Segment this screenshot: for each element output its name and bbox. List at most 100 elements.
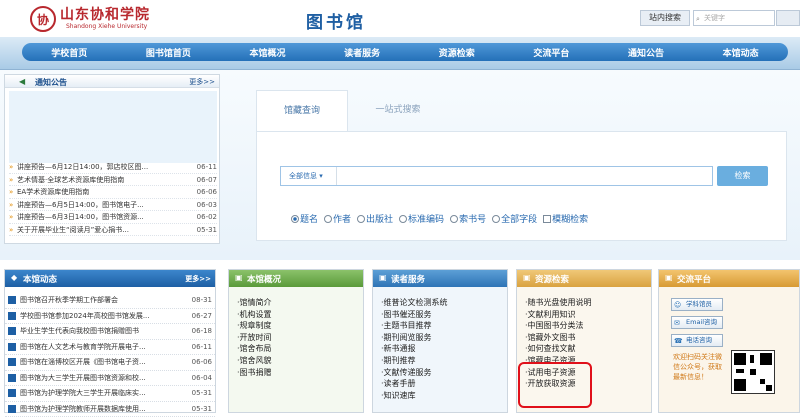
radio-call-number[interactable]: 索书号 bbox=[450, 212, 486, 225]
nav-overview[interactable]: 本馆概况 bbox=[250, 46, 286, 59]
item-text[interactable]: EA学术资源库使用指南 bbox=[17, 186, 189, 198]
search-icon: ⌕ bbox=[696, 12, 700, 26]
nav-notices[interactable]: 通知公告 bbox=[628, 46, 664, 59]
overview-link[interactable]: ·开放时间 bbox=[237, 332, 363, 344]
list-item[interactable]: 图书馆在淄博校区开展《图书馆电子资...06-06 bbox=[5, 355, 215, 371]
overview-link[interactable]: ·馆舍风貌 bbox=[237, 355, 363, 367]
list-item[interactable]: 学校图书馆参加2024年高校图书馆发展...06-27 bbox=[5, 309, 215, 325]
nav-news[interactable]: 本馆动态 bbox=[723, 46, 759, 59]
list-item[interactable]: 图书馆为护理学院大三学生开展临床实...05-31 bbox=[5, 386, 215, 402]
item-date: 06-11 bbox=[189, 161, 217, 173]
notice-image bbox=[9, 91, 217, 163]
item-text[interactable]: 图书馆为护理学院教师开展数据库使用... bbox=[20, 402, 188, 417]
nav-resource-search[interactable]: 资源检索 bbox=[439, 46, 475, 59]
resource-link[interactable]: ·文献利用知识 bbox=[525, 309, 651, 321]
item-date: 05-31 bbox=[189, 224, 217, 236]
tab-catalog-search[interactable]: 馆藏查询 bbox=[256, 90, 348, 132]
item-text[interactable]: 图书馆在淄博校区开展《图书馆电子资... bbox=[20, 355, 188, 370]
radio-icon bbox=[291, 215, 299, 223]
field-select[interactable]: 全部信息 ▾ bbox=[281, 167, 337, 185]
service-link[interactable]: ·知识速库 bbox=[381, 390, 507, 402]
nav-exchange[interactable]: 交流平台 bbox=[533, 46, 569, 59]
resource-link[interactable]: ·中国图书分类法 bbox=[525, 320, 651, 332]
catalog-search-panel: 全部信息 ▾ 检索 题名 作者 出版社 标准编码 索书号 全部字段 模糊检索 bbox=[256, 131, 787, 241]
option-label: 作者 bbox=[333, 212, 351, 225]
list-item[interactable]: 图书馆为大三学生开展图书馆资源和校...06-04 bbox=[5, 371, 215, 387]
resource-link[interactable]: ·如何查找文献 bbox=[525, 343, 651, 355]
phone-consult-button[interactable]: ☎电话咨询 bbox=[671, 334, 723, 347]
overview-link[interactable]: ·机构设置 bbox=[237, 309, 363, 321]
subject-librarian-button[interactable]: ☺学科馆员 bbox=[671, 298, 723, 311]
item-text[interactable]: 图书馆在人文艺术与教育学院开展电子... bbox=[20, 340, 188, 355]
item-text[interactable]: 图书馆为护理学院大三学生开展临床实... bbox=[20, 386, 188, 401]
tab-one-stop-search[interactable]: 一站式搜索 bbox=[352, 90, 444, 132]
service-link[interactable]: ·新书通报 bbox=[381, 343, 507, 355]
list-item[interactable]: 图书馆为护理学院教师开展数据库使用...05-31 bbox=[5, 402, 215, 417]
service-link[interactable]: ·期刊阅览服务 bbox=[381, 332, 507, 344]
list-item[interactable]: 毕业生学生代表向我校图书馆捐赠图书06-18 bbox=[5, 324, 215, 340]
notice-more-link[interactable]: 更多>> bbox=[189, 77, 215, 87]
list-item[interactable]: »EA学术资源库使用指南06-06 bbox=[9, 186, 217, 199]
nav-school-home[interactable]: 学校首页 bbox=[51, 46, 87, 59]
service-link[interactable]: ·文献传递服务 bbox=[381, 367, 507, 379]
item-text[interactable]: 毕业生学生代表向我校图书馆捐赠图书 bbox=[20, 324, 188, 339]
overview-panel: ▣本馆概况 ·馆情简介 ·机构设置 ·规章制度 ·开放时间 ·馆舍布局 ·馆舍风… bbox=[228, 269, 364, 413]
catalog-search-input[interactable]: 全部信息 ▾ bbox=[280, 166, 713, 186]
item-text[interactable]: 图书馆为大三学生开展图书馆资源和校... bbox=[20, 371, 188, 386]
item-text[interactable]: 讲座预告—6月12日14:00，郭店校区图... bbox=[17, 161, 189, 173]
arrow-icon: » bbox=[9, 161, 17, 173]
overview-link[interactable]: ·图书捐赠 bbox=[237, 367, 363, 379]
item-text[interactable]: 讲座预告—6月5日14:00，图书馆电子... bbox=[17, 199, 189, 211]
item-text[interactable]: 讲座预告—6月3日14:00，图书馆资源... bbox=[17, 211, 189, 223]
reader-service-panel: ▣读者服务 ·维普论文检测系统 ·图书催还服务 ·主题书目推荐 ·期刊阅览服务 … bbox=[372, 269, 508, 413]
site-search-input[interactable]: ⌕ 关键字 bbox=[693, 10, 775, 26]
service-link[interactable]: ·期刊推荐 bbox=[381, 355, 507, 367]
mail-icon: ✉ bbox=[674, 318, 680, 329]
list-item[interactable]: 图书馆召开秋季学期工作部署会08-31 bbox=[5, 293, 215, 309]
nav-reader-service[interactable]: 读者服务 bbox=[344, 46, 380, 59]
service-link[interactable]: ·维普论文检测系统 bbox=[381, 297, 507, 309]
service-link[interactable]: ·主题书目推荐 bbox=[381, 320, 507, 332]
radio-all-fields[interactable]: 全部字段 bbox=[492, 212, 537, 225]
fuzzy-search-checkbox[interactable]: 模糊检索 bbox=[543, 212, 588, 225]
overview-link[interactable]: ·馆舍布局 bbox=[237, 343, 363, 355]
resource-link[interactable]: ·馆藏外文图书 bbox=[525, 332, 651, 344]
news-thumb-icon bbox=[8, 374, 16, 382]
wechat-qr-code[interactable] bbox=[731, 350, 775, 394]
radio-standard-code[interactable]: 标准编码 bbox=[399, 212, 444, 225]
notice-panel: ◀ 通知公告 更多>> »讲座预告—6月12日14:00，郭店校区图...06-… bbox=[4, 74, 220, 244]
list-item[interactable]: »讲座预告—6月3日14:00，图书馆资源...06-02 bbox=[9, 211, 217, 224]
overview-link[interactable]: ·规章制度 bbox=[237, 320, 363, 332]
radio-author[interactable]: 作者 bbox=[324, 212, 351, 225]
item-text[interactable]: 学校图书馆参加2024年高校图书馆发展... bbox=[20, 309, 188, 324]
search-field-options: 题名 作者 出版社 标准编码 索书号 全部字段 模糊检索 bbox=[291, 212, 588, 225]
school-name-cn[interactable]: 山东协和学院 bbox=[60, 4, 150, 24]
list-item[interactable]: »艺术情基·全球艺术资源库使用指南06-07 bbox=[9, 174, 217, 187]
radio-publisher[interactable]: 出版社 bbox=[357, 212, 393, 225]
resource-link[interactable]: ·随书光盘使用说明 bbox=[525, 297, 651, 309]
school-seal-icon[interactable]: 协 bbox=[30, 6, 56, 32]
item-text[interactable]: 关于开展毕业生“阅读月”爱心捐书... bbox=[17, 224, 189, 236]
overview-link[interactable]: ·馆情简介 bbox=[237, 297, 363, 309]
radio-title[interactable]: 题名 bbox=[291, 212, 318, 225]
list-item[interactable]: »关于开展毕业生“阅读月”爱心捐书...05-31 bbox=[9, 224, 217, 237]
item-text[interactable]: 图书馆召开秋季学期工作部署会 bbox=[20, 293, 188, 308]
radio-icon bbox=[399, 215, 407, 223]
list-item[interactable]: »讲座预告—6月12日14:00，郭店校区图...06-11 bbox=[9, 161, 217, 174]
option-label: 出版社 bbox=[366, 212, 393, 225]
search-submit-button[interactable] bbox=[776, 10, 800, 26]
search-placeholder: 关键字 bbox=[704, 14, 725, 22]
list-item[interactable]: 图书馆在人文艺术与教育学院开展电子...06-11 bbox=[5, 340, 215, 356]
catalog-search-button[interactable]: 检索 bbox=[717, 166, 768, 186]
service-link[interactable]: ·读者手册 bbox=[381, 378, 507, 390]
grid-icon: ▣ bbox=[235, 273, 243, 282]
item-text[interactable]: 艺术情基·全球艺术资源库使用指南 bbox=[17, 174, 189, 186]
email-consult-button[interactable]: ✉Email咨询 bbox=[671, 316, 723, 329]
news-panel: ◆ 本馆动态 更多>> 图书馆召开秋季学期工作部署会08-31 学校图书馆参加2… bbox=[4, 269, 216, 413]
service-link[interactable]: ·图书催还服务 bbox=[381, 309, 507, 321]
news-more-link[interactable]: 更多>> bbox=[185, 274, 211, 284]
nav-library-home[interactable]: 图书馆首页 bbox=[146, 46, 191, 59]
option-label: 全部字段 bbox=[501, 212, 537, 225]
news-header: ◆ 本馆动态 更多>> bbox=[5, 270, 215, 287]
list-item[interactable]: »讲座预告—6月5日14:00，图书馆电子...06-03 bbox=[9, 199, 217, 212]
